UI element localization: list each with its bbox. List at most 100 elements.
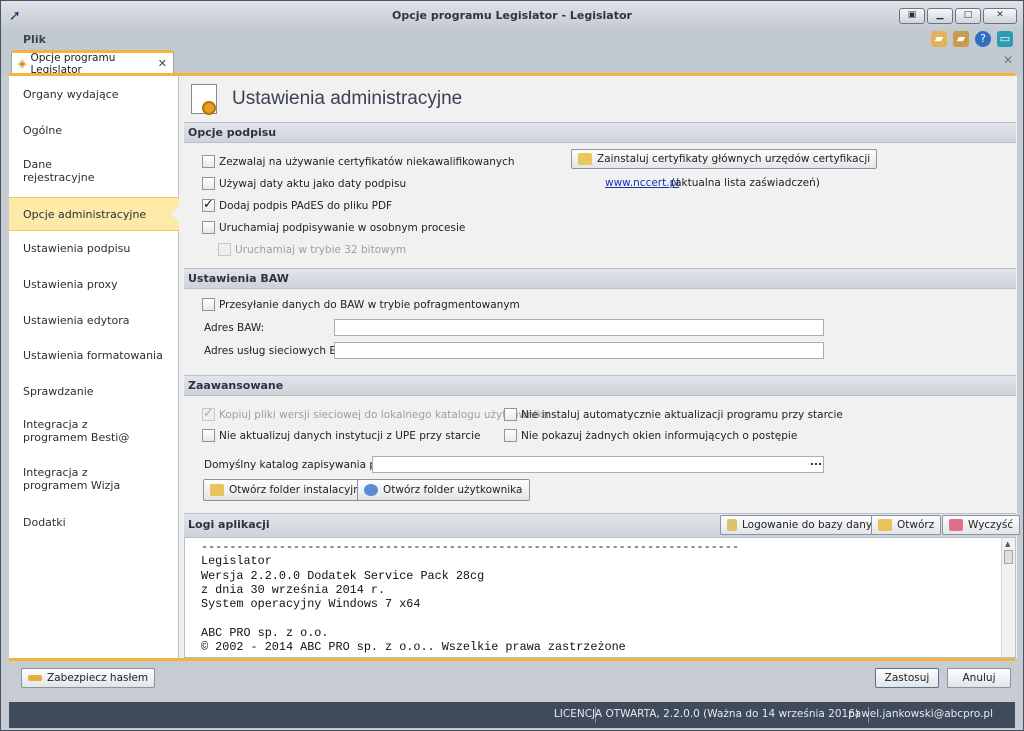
sidebar-item-proxy[interactable]: Ustawienia proxy <box>9 272 179 296</box>
menu-file[interactable]: Plik <box>23 33 46 46</box>
sidebar-item-sprawdzanie[interactable]: Sprawdzanie <box>9 379 179 403</box>
no-auto-update-checkbox[interactable]: Nie instaluj automatycznie aktualizacji … <box>504 408 843 421</box>
clear-log-button[interactable]: Wyczyść <box>942 515 1021 535</box>
database-icon <box>727 519 737 531</box>
advanced-section-header: Zaawansowane <box>184 375 1016 396</box>
sidebar-item-admin[interactable]: Opcje administracyjne <box>9 197 180 231</box>
checkbox-label: Zezwalaj na używanie certyfikatów niekaw… <box>219 155 515 168</box>
no-upe-update-checkbox[interactable]: Nie aktualizuj danych instytucji z UPE p… <box>202 429 481 442</box>
chat-icon[interactable]: ▭ <box>997 31 1013 47</box>
button-label: Logowanie do bazy danych <box>742 519 885 531</box>
log-text: ----------------------------------------… <box>201 540 753 657</box>
admin-settings-icon <box>191 84 217 115</box>
baw-address-label: Adres BAW: <box>204 322 265 334</box>
baw-services-input[interactable] <box>334 342 824 359</box>
restore-layout-icon[interactable]: ▣ <box>899 8 925 24</box>
checkbox-label: Przesyłanie danych do BAW w trybie pofra… <box>219 298 520 311</box>
dialog-footer: Zabezpiecz hasłem Zastosuj Anuluj <box>9 658 1015 694</box>
sidebar-item-label: Ustawienia edytora <box>23 313 130 327</box>
baw-address-input[interactable] <box>334 319 824 336</box>
sidebar-item-podpis[interactable]: Ustawienia podpisu <box>9 236 179 260</box>
app-window: ➚ Opcje programu Legislator - Legislator… <box>0 0 1024 731</box>
checkbox-label: Uruchamiaj podpisywanie w osobnym proces… <box>219 221 466 234</box>
scroll-thumb[interactable] <box>1004 550 1013 564</box>
log-scrollbar[interactable]: ▲ <box>1001 538 1015 657</box>
button-label: Otwórz folder instalacyjny <box>229 484 367 496</box>
sidebar-item-wizja[interactable]: Integracja z programem Wizja <box>9 462 139 496</box>
open-install-folder-button[interactable]: Otwórz folder instalacyjny <box>203 479 374 501</box>
install-certs-button[interactable]: Zainstaluj certyfikaty głównych urzędów … <box>571 149 878 169</box>
run-32bit-checkbox: Uruchamiaj w trybie 32 bitowym <box>218 243 406 256</box>
allow-unqualified-checkbox[interactable]: Zezwalaj na używanie certyfikatów niekaw… <box>202 155 515 168</box>
settings-panel: Ustawienia administracyjne Opcje podpisu… <box>179 76 1021 658</box>
user-status: pawel.jankowski@abcpro.pl <box>848 708 993 720</box>
checkbox-label: Uruchamiaj w trybie 32 bitowym <box>235 243 407 256</box>
document-tab-strip: ◈ Opcje programu Legislator ✕ ✕ <box>1 49 1023 76</box>
button-label: Wyczyść <box>968 519 1014 531</box>
button-label: Otwórz <box>897 519 935 531</box>
sidebar-item-edytor[interactable]: Ustawienia edytora <box>9 308 179 332</box>
sidebar-item-organy[interactable]: Organy wydające <box>9 82 179 106</box>
user-folder-icon <box>364 484 378 496</box>
checkbox-label: Nie aktualizuj danych instytucji z UPE p… <box>219 429 481 442</box>
sidebar-item-formatowanie[interactable]: Ustawienia formatowania <box>9 343 179 367</box>
page-title: Ustawienia administracyjne <box>232 88 463 109</box>
nccert-note: (aktualna lista zaświadczeń) <box>671 177 820 189</box>
help-icon[interactable]: ? <box>975 31 991 47</box>
key-icon <box>28 675 42 681</box>
nccert-link[interactable]: www.nccert.pl <box>605 177 679 189</box>
scroll-up-icon[interactable]: ▲ <box>1005 540 1010 548</box>
open-user-folder-button[interactable]: Otwórz folder użytkownika <box>357 479 530 501</box>
sidebar-item-ogolne[interactable]: Ogólne <box>9 118 179 142</box>
tab-options-label: Opcje programu Legislator <box>30 51 116 76</box>
checkbox-label: Używaj daty aktu jako daty podpisu <box>219 177 407 190</box>
window-title: Opcje programu Legislator - Legislator <box>392 9 632 22</box>
baw-fragmented-checkbox[interactable]: Przesyłanie danych do BAW w trybie pofra… <box>202 298 520 311</box>
baw-section-header: Ustawienia BAW <box>184 268 1016 289</box>
sidebar-item-label: Integracja z programem Wizja <box>23 466 121 492</box>
title-bar: ➚ Opcje programu Legislator - Legislator… <box>1 1 1023 31</box>
close-window-button[interactable]: ✕ <box>983 8 1017 24</box>
log-output[interactable]: ----------------------------------------… <box>184 537 1016 658</box>
certificate-icon <box>578 153 592 165</box>
options-tab-icon: ◈ <box>18 57 27 70</box>
button-label: Otwórz folder użytkownika <box>383 484 523 496</box>
copy-network-checkbox: Kopiuj pliki wersji sieciowej do lokalne… <box>202 406 549 421</box>
sidebar-item-dane[interactable]: Dane rejestracyjne <box>9 154 99 188</box>
sidebar-item-label: Dodatki <box>23 515 66 529</box>
folder-icon[interactable]: ▰ <box>931 31 947 47</box>
sidebar-item-dodatki[interactable]: Dodatki <box>9 510 179 534</box>
sidebar-item-label: Ustawienia podpisu <box>23 241 131 255</box>
close-tab-icon[interactable]: ✕ <box>158 57 167 70</box>
apply-button[interactable]: Zastosuj <box>875 668 939 688</box>
separate-process-checkbox[interactable]: Uruchamiaj podpisywanie w osobnym proces… <box>202 221 465 234</box>
default-dir-input[interactable] <box>372 456 824 473</box>
maximize-button[interactable]: □ <box>955 8 981 24</box>
minimize-button[interactable]: ▁ <box>927 8 953 24</box>
checkbox-label: Dodaj podpis PAdES do pliku PDF <box>219 199 393 212</box>
sidebar-item-label: Ustawienia formatowania <box>23 348 163 362</box>
open-log-button[interactable]: Otwórz <box>871 515 942 535</box>
checkbox-label: Nie instaluj automatycznie aktualizacji … <box>521 408 843 421</box>
sidebar-item-label: Opcje administracyjne <box>23 207 147 221</box>
add-pades-checkbox[interactable]: Dodaj podpis PAdES do pliku PDF <box>202 197 393 212</box>
sidebar-item-besti[interactable]: Integracja z programem Besti@ <box>9 414 139 448</box>
browse-button[interactable]: ... <box>810 456 822 468</box>
sidebar-item-label: Dane rejestracyjne <box>23 158 95 184</box>
sidebar-item-label: Ogólne <box>23 123 63 137</box>
options-sidebar: Organy wydające Ogólne Dane rejestracyjn… <box>9 76 180 658</box>
tab-options[interactable]: ◈ Opcje programu Legislator ✕ <box>11 50 174 76</box>
db-logging-button[interactable]: Logowanie do bazy danych <box>720 515 892 535</box>
sidebar-item-label: Integracja z programem Besti@ <box>23 418 130 444</box>
checkbox-label: Nie pokazuj żadnych okien informujących … <box>521 429 798 442</box>
close-all-icon[interactable]: ✕ <box>1003 53 1013 67</box>
button-label: Anuluj <box>962 672 996 684</box>
protect-password-button[interactable]: Zabezpiecz hasłem <box>21 668 156 688</box>
use-act-date-checkbox[interactable]: Używaj daty aktu jako daty podpisu <box>202 177 406 190</box>
button-label: Zabezpiecz hasłem <box>47 672 149 684</box>
no-progress-checkbox[interactable]: Nie pokazuj żadnych okien informujących … <box>504 429 797 442</box>
button-label: Zainstaluj certyfikaty głównych urzędów … <box>597 153 871 165</box>
logs-header-label: Logi aplikacji <box>188 518 270 531</box>
folder-settings-icon[interactable]: ▰ <box>953 31 969 47</box>
cancel-button[interactable]: Anuluj <box>947 668 1011 688</box>
